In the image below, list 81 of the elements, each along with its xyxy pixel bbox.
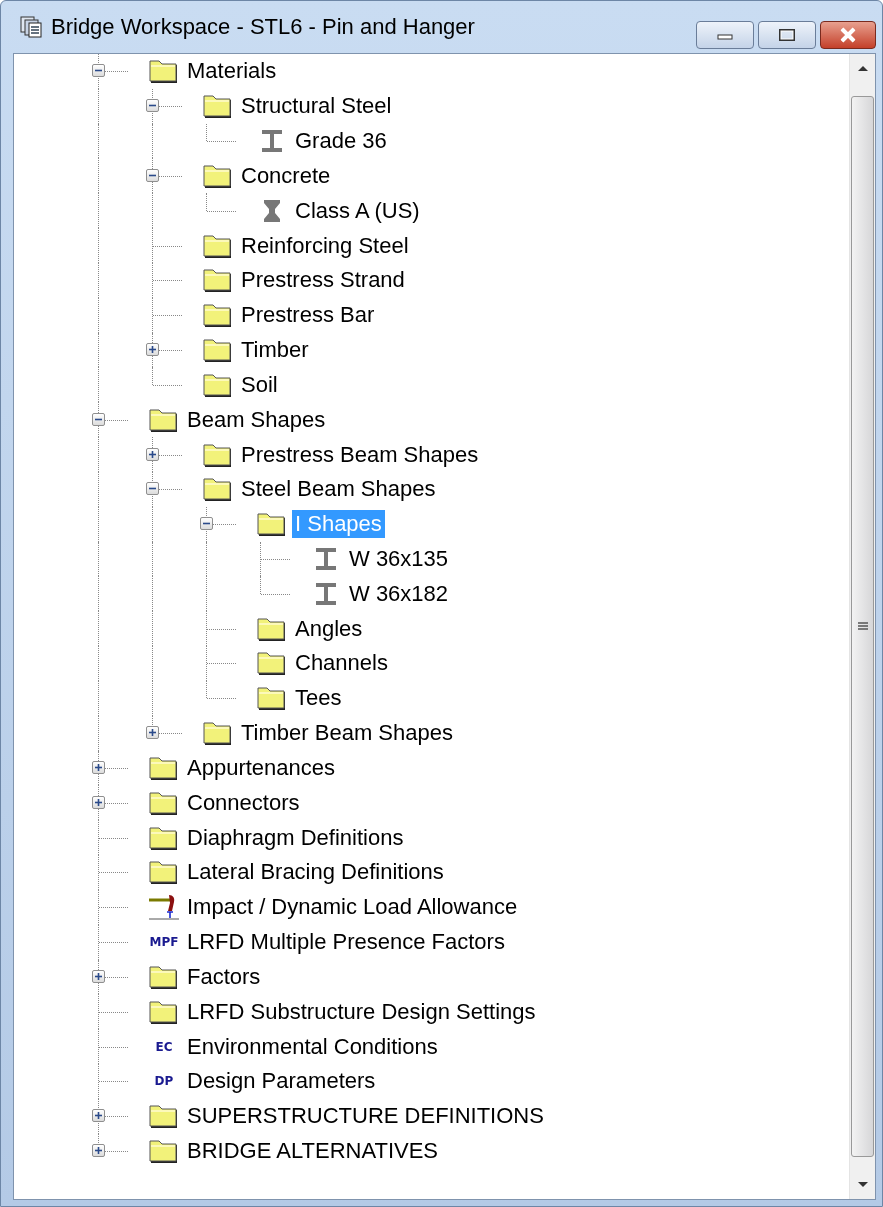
- plus-icon: [147, 448, 158, 460]
- tree-item[interactable]: LRFD Multiple Presence Factors: [184, 928, 508, 957]
- folder-icon: [202, 92, 234, 121]
- tree-item[interactable]: Factors: [184, 962, 264, 991]
- code-icon: DP: [148, 1074, 180, 1089]
- expander-box[interactable]: [146, 168, 159, 182]
- tree-item[interactable]: Steel Beam Shapes: [238, 475, 439, 504]
- window-title: Bridge Workspace - STL6 - Pin and Hanger: [51, 14, 475, 40]
- close-button[interactable]: [820, 21, 876, 49]
- expander-box[interactable]: [92, 64, 105, 78]
- expander-box[interactable]: [92, 1109, 105, 1123]
- tree-item[interactable]: Angles: [292, 614, 366, 643]
- tree-item[interactable]: Tees: [292, 684, 345, 713]
- maximize-button[interactable]: [758, 21, 816, 49]
- app-icon: [19, 15, 43, 39]
- tree-item[interactable]: Impact / Dynamic Load Allowance: [184, 893, 521, 922]
- tree-item[interactable]: W 36x135: [346, 545, 452, 573]
- code-icon: EC: [148, 1039, 180, 1054]
- plus-icon: [93, 796, 104, 808]
- folder-icon: [256, 649, 288, 678]
- tree-item[interactable]: Class A (US): [292, 196, 423, 225]
- maximize-icon: [777, 28, 797, 42]
- folder-icon: [148, 1102, 180, 1131]
- expander-box[interactable]: [146, 447, 159, 461]
- scroll-thumb[interactable]: [851, 96, 874, 1157]
- tree-item[interactable]: Beam Shapes: [184, 405, 329, 434]
- folder-icon: [148, 1137, 180, 1166]
- folder-icon: [202, 475, 234, 504]
- plus-icon: [93, 970, 104, 982]
- plus-icon: [147, 727, 158, 739]
- plus-icon: [93, 1110, 104, 1122]
- folder-icon: [256, 684, 288, 713]
- tree-item[interactable]: Design Parameters: [184, 1067, 379, 1096]
- expander-box[interactable]: [146, 343, 159, 357]
- code-icon: MPF: [148, 935, 180, 950]
- tree-item[interactable]: LRFD Substructure Design Settings: [184, 997, 539, 1026]
- grip-icon: [857, 622, 868, 631]
- tree-item[interactable]: Concrete: [238, 161, 334, 190]
- tree-item[interactable]: Connectors: [184, 788, 303, 817]
- expander-box[interactable]: [92, 795, 105, 809]
- tree-item[interactable]: SUPERSTRUCTURE DEFINITIONS: [184, 1102, 547, 1131]
- tree-item[interactable]: Prestress Bar: [238, 301, 378, 330]
- tree-item[interactable]: BRIDGE ALTERNATIVES: [184, 1137, 442, 1166]
- tree-item[interactable]: Prestress Strand: [238, 266, 408, 295]
- folder-icon: [256, 510, 288, 539]
- plus-icon: [93, 1145, 104, 1157]
- tree-item[interactable]: Lateral Bracing Definitions: [184, 858, 447, 887]
- up-arrow-icon: [856, 64, 869, 72]
- tree-item[interactable]: Prestress Beam Shapes: [238, 440, 482, 469]
- expander-box[interactable]: [200, 517, 213, 531]
- expander-box[interactable]: [92, 969, 105, 983]
- expander-box[interactable]: [146, 99, 159, 113]
- tree-item[interactable]: Materials: [184, 57, 280, 86]
- folder-icon: [202, 301, 234, 330]
- plus-icon: [147, 344, 158, 356]
- tree-item[interactable]: Grade 36: [292, 127, 390, 156]
- tree-item[interactable]: Environmental Conditions: [184, 1032, 441, 1061]
- scrollbar[interactable]: [849, 54, 875, 1199]
- folder-icon: [202, 266, 234, 295]
- tree-item[interactable]: W 36x182: [346, 579, 452, 608]
- expander-box[interactable]: [92, 1144, 105, 1158]
- tree-item[interactable]: Channels: [292, 649, 391, 678]
- expander-box[interactable]: [146, 482, 159, 496]
- tree-item[interactable]: Timber: [238, 336, 312, 365]
- load-icon: [148, 893, 180, 922]
- minimize-button[interactable]: [696, 21, 754, 49]
- folder-icon: [148, 57, 180, 86]
- folder-icon: [202, 336, 234, 365]
- tree-item[interactable]: Soil: [238, 370, 281, 399]
- expander-box[interactable]: [92, 760, 105, 774]
- tree-item[interactable]: Diaphragm Definitions: [184, 823, 407, 852]
- tree-item[interactable]: Reinforcing Steel: [238, 231, 412, 260]
- tree-item[interactable]: Timber Beam Shapes: [238, 719, 456, 748]
- expander-box[interactable]: [146, 726, 159, 740]
- tree-item[interactable]: Appurtenances: [184, 753, 338, 782]
- folder-icon: [202, 719, 234, 748]
- folder-icon: [148, 858, 180, 887]
- tree-item[interactable]: Structural Steel: [238, 92, 395, 121]
- expander-box[interactable]: [92, 412, 105, 426]
- down-arrow-icon: [856, 1181, 869, 1189]
- plus-icon: [93, 761, 104, 773]
